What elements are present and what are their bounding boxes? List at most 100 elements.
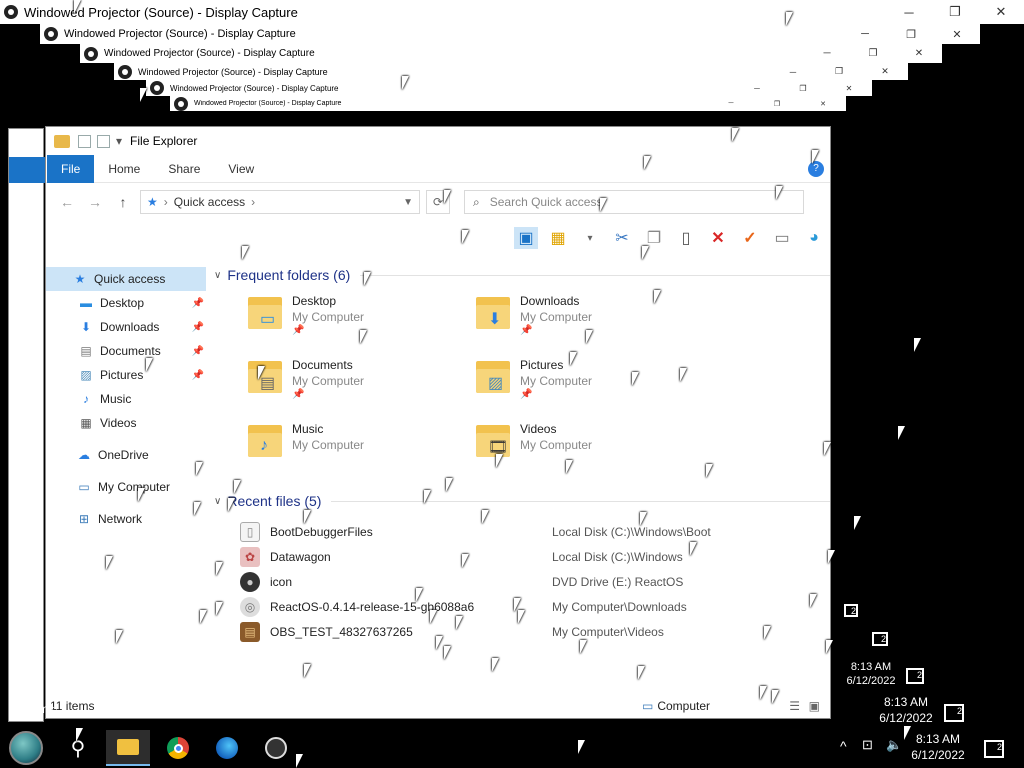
paste-icon[interactable]: ▯ [674,227,698,249]
layout-icon[interactable]: ▦ [546,227,570,249]
projector-window-5-titlebar[interactable]: Windowed Projector (Source) - Display Ca… [146,80,872,96]
minimize-button[interactable]: ─ [886,5,932,20]
list-item[interactable]: ◎ ReactOS-0.4.14-release-15-gb6088a6 My … [240,594,830,619]
list-item[interactable]: ● icon DVD Drive (E:) ReactOS [240,569,830,594]
nav-item-label: Documents [100,344,161,358]
maximize-button[interactable]: ❐ [850,48,896,59]
nav-item-my-computer[interactable]: ▭ My Computer [46,475,206,499]
folder-tile[interactable]: ♪ Music My Computer [246,421,474,485]
folder-tile[interactable]: ▨ Pictures My Computer 📌 [474,357,702,421]
pin-icon[interactable]: 📌 [292,325,364,336]
minimize-button[interactable]: ─ [842,28,888,40]
nav-item-onedrive[interactable]: ☁ OneDrive [46,443,206,467]
mouse-cursor [304,664,316,678]
pin-icon[interactable]: 📌 [192,322,204,333]
nav-item-downloads[interactable]: ⬇ Downloads 📌 [46,315,206,339]
pin-icon[interactable]: 📌 [192,298,204,309]
new-folder-icon[interactable] [97,134,110,148]
projector-window-3-titlebar[interactable]: Windowed Projector (Source) - Display Ca… [80,44,942,63]
projector-window-4-titlebar[interactable]: Windowed Projector (Source) - Display Ca… [114,63,908,80]
explorer-titlebar[interactable]: ▾ File Explorer [46,127,830,155]
edge-taskbar-button[interactable] [205,730,249,766]
ghost-clock: 8:13 AM 6/12/2022 [846,660,896,688]
maximize-button[interactable]: ❐ [816,66,862,77]
chevron-down-icon[interactable]: ▼ [403,197,413,208]
maximize-button[interactable]: ❐ [932,4,978,20]
volume-icon[interactable]: 🔈 [886,737,902,753]
list-item[interactable]: ✿ Datawagon Local Disk (C:)\Windows [240,544,830,569]
minimize-button[interactable]: ─ [734,84,780,93]
minimize-button[interactable]: ─ [804,48,850,59]
checkmark-icon[interactable]: ✓ [738,227,762,249]
chevron-up-icon[interactable]: ^ [840,738,847,754]
nav-item-desktop[interactable]: ▬ Desktop 📌 [46,291,206,315]
minimize-button[interactable]: ─ [708,100,754,107]
pin-icon[interactable]: 📌 [292,389,364,400]
pin-icon[interactable]: 📌 [520,325,592,336]
large-icons-view-icon[interactable]: ▣ [809,699,820,713]
maximize-button[interactable]: ❐ [754,100,800,108]
projector-window-1-titlebar[interactable]: Windowed Projector (Source) - Display Ca… [0,0,1024,24]
notification-icon[interactable]: 2 [984,740,1004,758]
list-item[interactable]: ▯ BootDebuggerFiles Local Disk (C:)\Wind… [240,519,830,544]
chrome-taskbar-button[interactable] [156,730,200,766]
nav-item-music[interactable]: ♪ Music [46,387,206,411]
nav-item-pictures[interactable]: ▨ Pictures 📌 [46,363,206,387]
nav-item-videos[interactable]: ▦ Videos [46,411,206,435]
system-clock[interactable]: 8:13 AM 6/12/2022 [908,731,968,763]
tab-home[interactable]: Home [94,155,154,183]
ghost-notification-badge: 2 [916,670,922,680]
folder-tile[interactable]: ⬇ Downloads My Computer 📌 [474,293,702,357]
tab-share[interactable]: Share [154,155,214,183]
pin-icon[interactable]: 📌 [192,370,204,381]
start-button[interactable] [4,730,48,766]
preview-pane-icon[interactable]: ▣ [514,227,538,249]
mouse-cursor [446,478,458,492]
mouse-cursor [74,0,86,14]
projector-window-2-titlebar[interactable]: Windowed Projector (Source) - Display Ca… [40,24,980,44]
maximize-button[interactable]: ❐ [780,84,826,93]
up-arrow-icon[interactable]: ↑ [112,194,134,210]
globe-icon[interactable]: ◕ [802,227,826,249]
close-button[interactable]: ✕ [800,100,846,108]
close-button[interactable]: ✕ [862,66,908,77]
tab-view[interactable]: View [214,155,268,183]
frequent-folders-header[interactable]: ∨ Frequent folders (6) [214,263,830,287]
projector-window-6-titlebar[interactable]: Windowed Projector (Source) - Display Ca… [170,96,846,111]
mouse-cursor [642,246,654,260]
obs-taskbar-button[interactable] [254,730,298,766]
chevron-down-icon[interactable]: ∨ [214,496,221,507]
pin-icon[interactable]: 📌 [192,346,204,357]
forward-arrow-icon[interactable]: → [84,194,106,210]
tab-file[interactable]: File [47,154,95,183]
close-button[interactable]: ✕ [896,48,942,59]
delete-icon[interactable]: ✕ [706,227,730,249]
chevron-right-icon[interactable]: › [251,195,255,209]
nav-item-documents[interactable]: ▤ Documents 📌 [46,339,206,363]
list-item[interactable]: ▤ OBS_TEST_48327637265 My Computer\Video… [240,619,830,644]
file-explorer-taskbar-button[interactable] [106,730,150,766]
folder-tile[interactable]: ▭ Desktop My Computer 📌 [246,293,474,357]
cut-icon[interactable]: ✂ [610,227,634,249]
close-button[interactable]: ✕ [826,84,872,93]
properties-icon[interactable] [78,134,91,148]
navigation-bar: ← → ↑ ★ › Quick access › ▼ ⟳ ⌕ Search Qu… [46,183,830,221]
back-arrow-icon[interactable]: ← [56,194,78,210]
close-button[interactable]: ✕ [978,4,1024,20]
chevron-down-icon[interactable]: ∨ [214,270,221,281]
chevron-down-icon[interactable]: ▾ [578,227,602,249]
nav-item-network[interactable]: ⊞ Network [46,507,206,531]
folder-tile[interactable]: ▤ Documents My Computer 📌 [246,357,474,421]
properties-icon[interactable]: ▭ [770,227,794,249]
maximize-button[interactable]: ❐ [888,28,934,41]
folder-tile[interactable]: 🎞 Videos My Computer [474,421,702,485]
network-icon[interactable]: ⊡ [862,737,873,753]
search-input[interactable]: ⌕ Search Quick access [464,190,804,214]
close-button[interactable]: ✕ [934,28,980,41]
nav-item-quick-access[interactable]: ★ Quick access [46,267,206,291]
chevron-down-icon[interactable]: ▾ [116,134,122,148]
details-view-icon[interactable]: ☰ [789,699,800,713]
pin-icon[interactable]: 📌 [520,389,592,400]
address-bar[interactable]: ★ › Quick access › ▼ [140,190,420,214]
minimize-button[interactable]: ─ [770,67,816,77]
